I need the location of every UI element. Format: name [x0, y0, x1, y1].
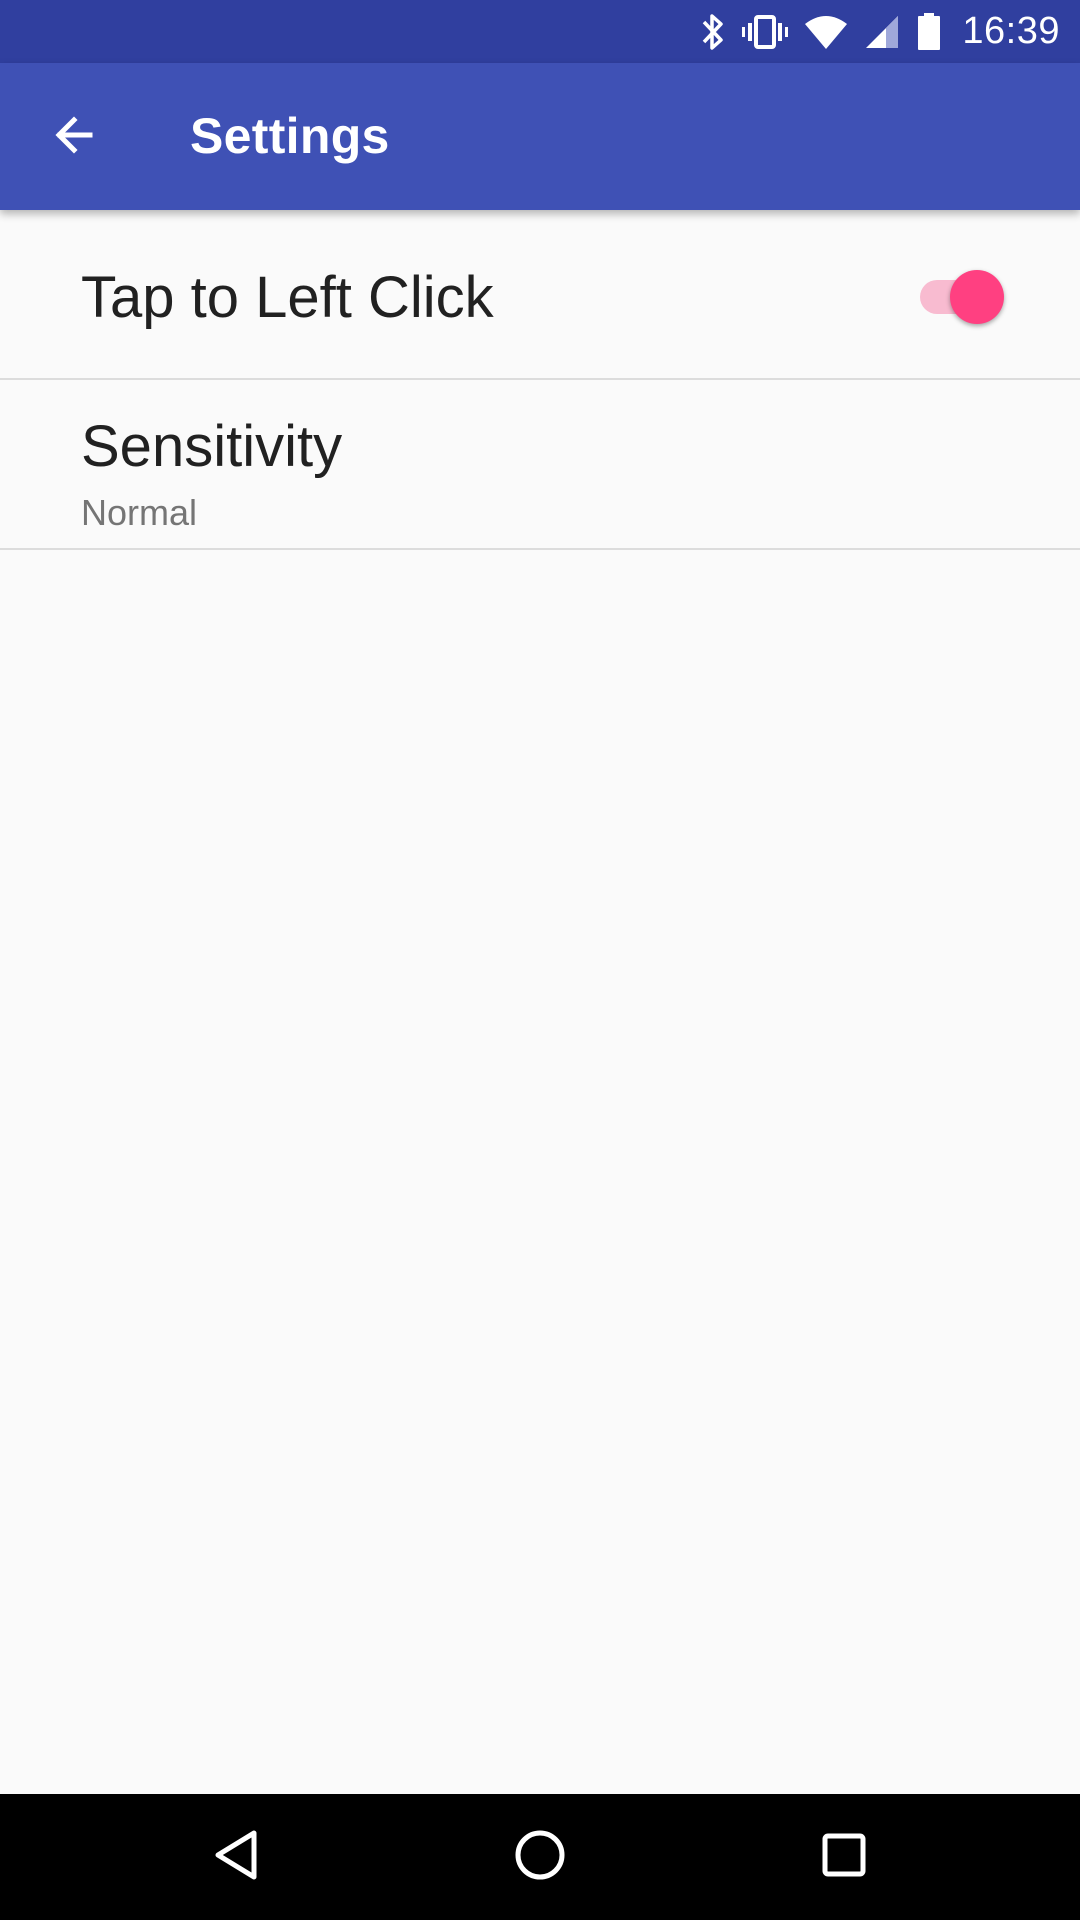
nav-home-button[interactable]	[470, 1794, 610, 1920]
nav-recents-button[interactable]	[774, 1794, 914, 1920]
battery-icon	[916, 12, 942, 52]
navigation-bar	[0, 1794, 1080, 1920]
arrow-left-icon	[50, 111, 98, 164]
status-time: 16:39	[962, 10, 1060, 52]
page-title: Settings	[190, 108, 390, 164]
bluetooth-icon	[700, 12, 726, 52]
sensitivity-preference[interactable]: Sensitivity Normal	[0, 380, 1080, 550]
preference-title: Tap to Left Click	[81, 265, 494, 330]
settings-list: Tap to Left Click Sensitivity Normal	[0, 210, 1080, 550]
tap-to-left-click-preference[interactable]: Tap to Left Click	[0, 210, 1080, 380]
cell-signal-icon	[864, 14, 900, 50]
preference-title: Sensitivity	[81, 414, 343, 479]
switch-thumb	[950, 270, 1004, 324]
preference-summary: Normal	[81, 492, 198, 533]
recents-square-icon	[821, 1832, 867, 1883]
back-triangle-icon	[212, 1829, 260, 1886]
home-circle-icon	[514, 1829, 566, 1886]
settings-screen: 16:39 Settings Tap to Left Click Sensiti…	[0, 0, 1080, 1920]
app-bar: Settings	[0, 63, 1080, 210]
back-button[interactable]	[30, 93, 118, 181]
wifi-icon	[804, 14, 848, 50]
status-icons: 16:39	[684, 0, 1060, 63]
tap-to-left-click-switch[interactable]	[920, 270, 1004, 324]
status-bar: 16:39	[0, 0, 1080, 63]
vibrate-icon	[742, 12, 789, 52]
nav-back-button[interactable]	[166, 1794, 306, 1920]
